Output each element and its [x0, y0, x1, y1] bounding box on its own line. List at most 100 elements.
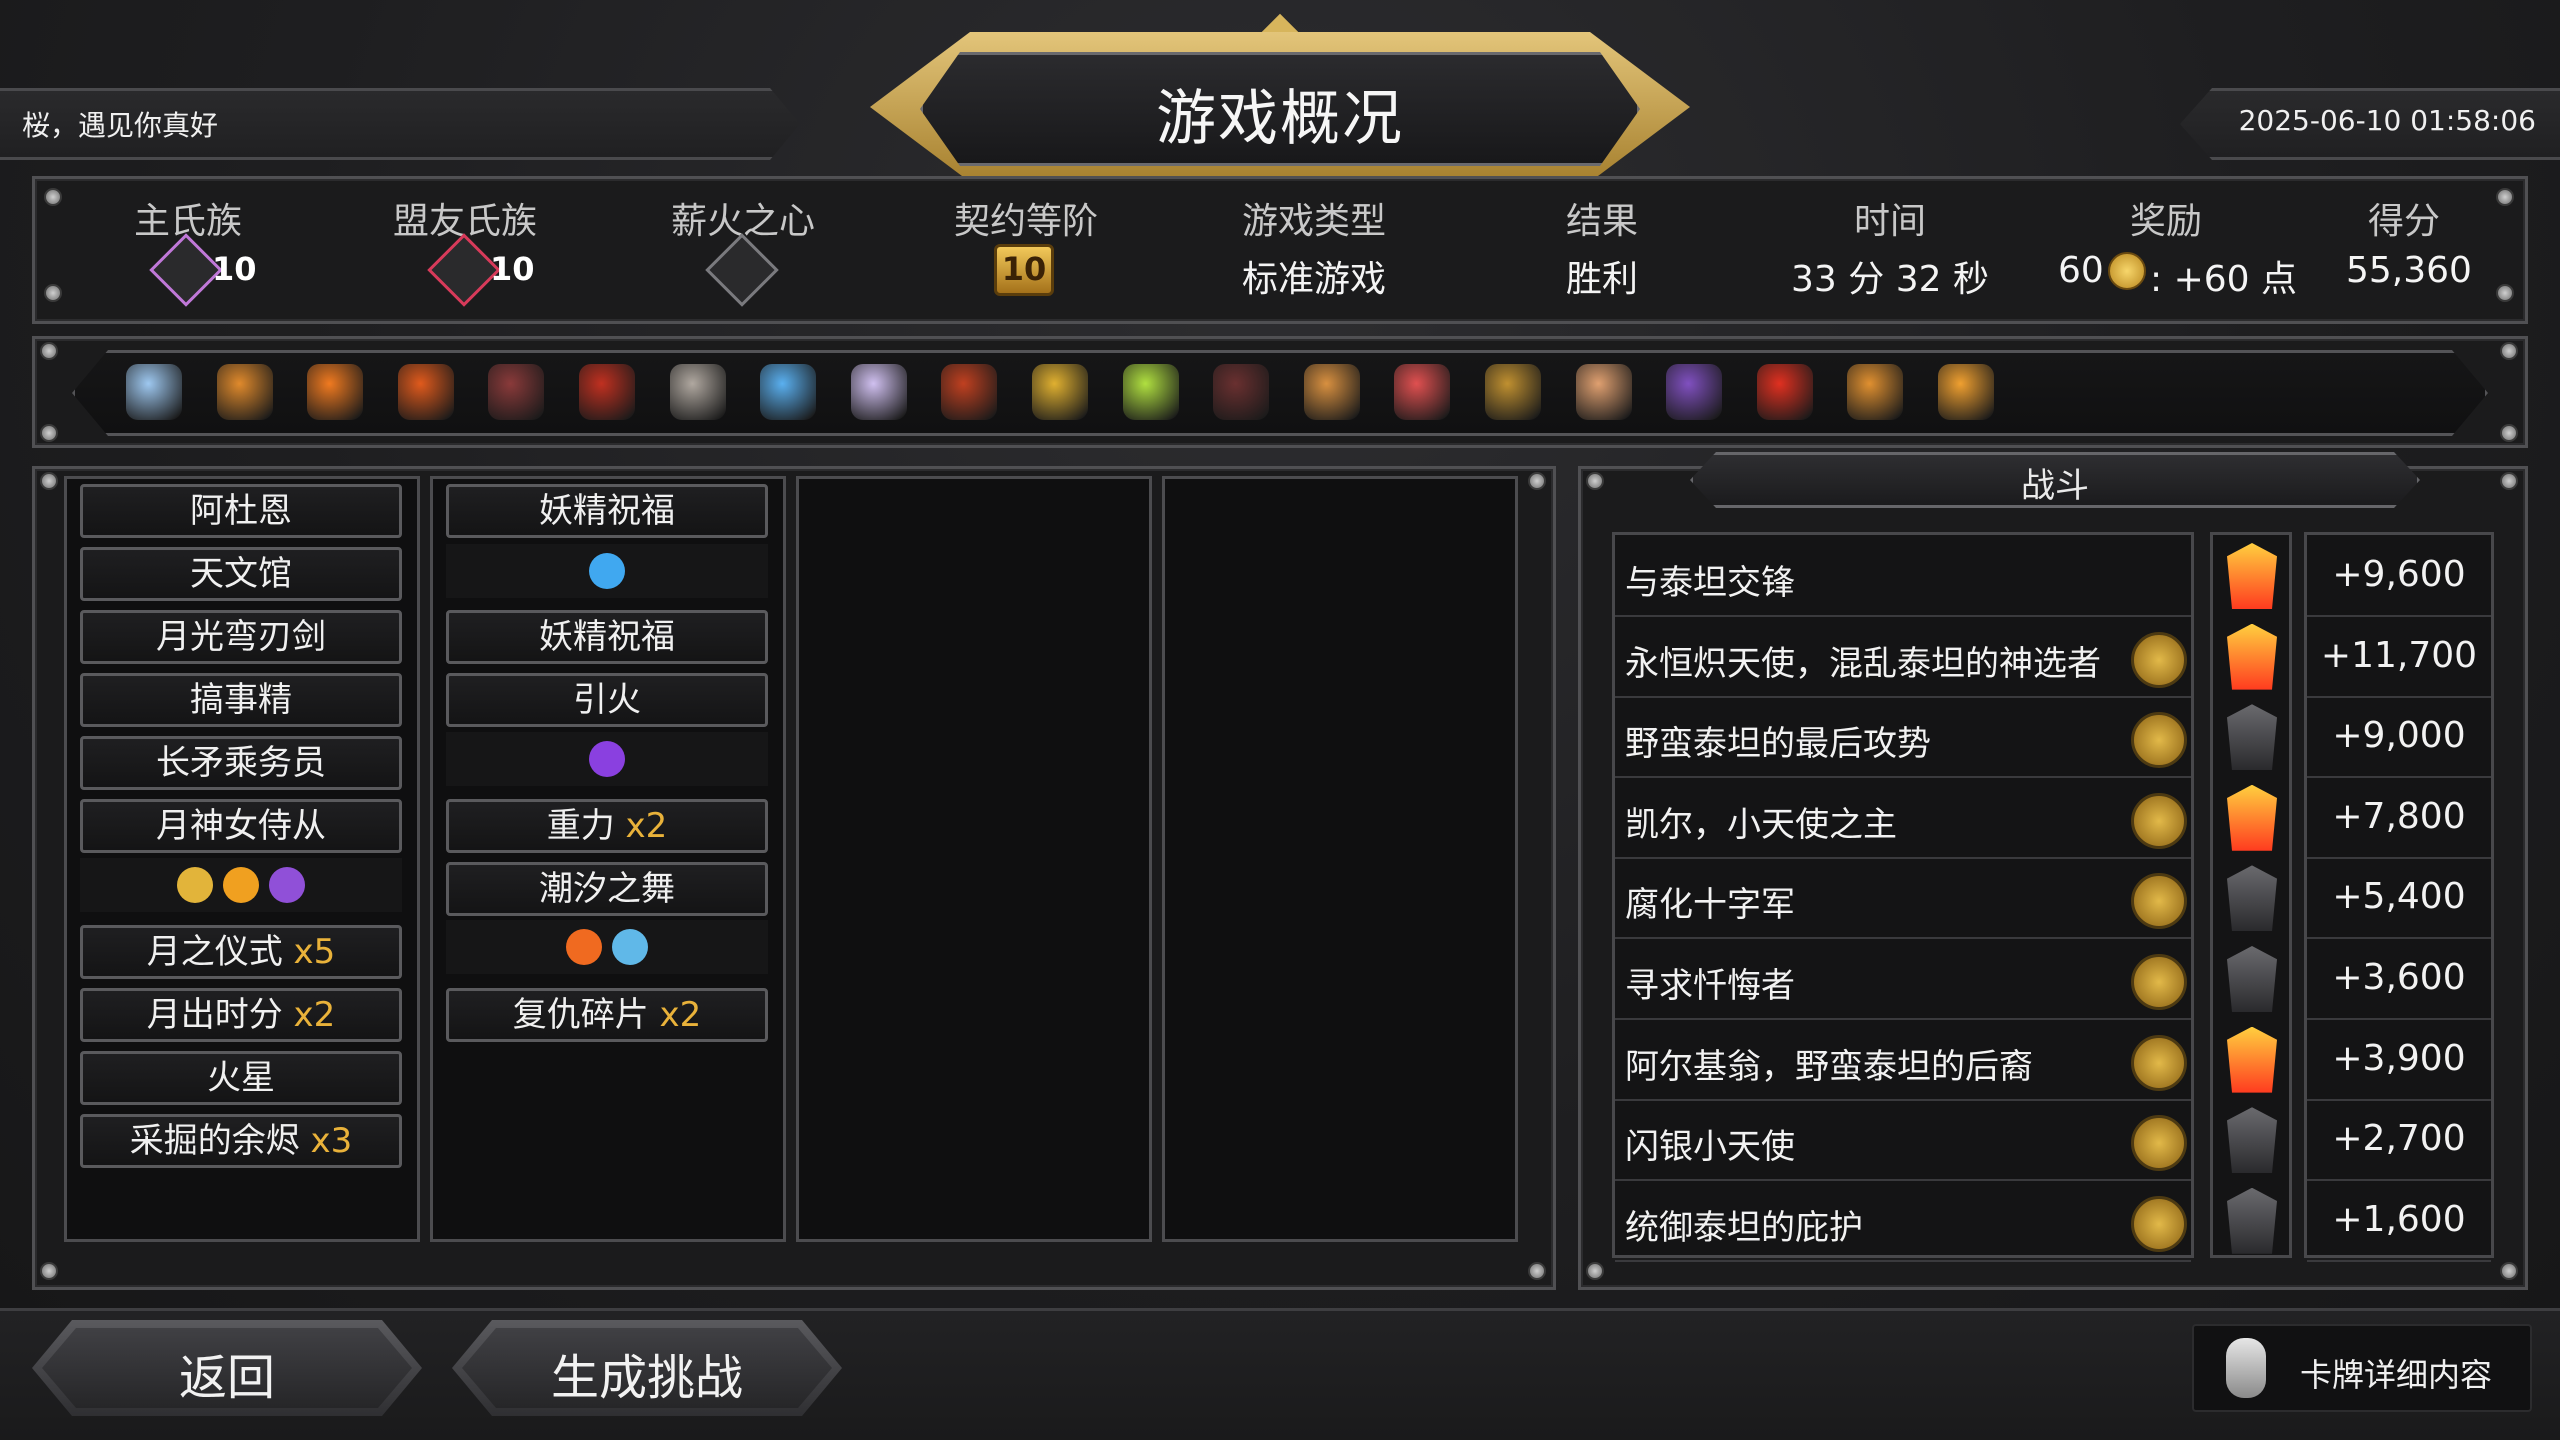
stat-label-time: 时间 [1853, 201, 1926, 242]
battle-row: 凯尔，小天使之主 [1615, 777, 2191, 859]
battle-name: 阿尔基翁，野蛮泰坦的后裔 [1625, 1046, 2033, 1087]
rivet [40, 424, 58, 442]
relic-icon[interactable] [1847, 364, 1904, 420]
enemy-trait-icon[interactable] [2131, 1034, 2187, 1091]
card-item[interactable]: 月之仪式 x5 [80, 925, 402, 979]
enemy-trait-icon[interactable] [2131, 631, 2187, 688]
stat-label-game-type: 游戏类型 [1241, 201, 1386, 242]
enemy-trait-icon[interactable] [2131, 792, 2187, 849]
wing-upgrade-icon[interactable] [269, 867, 305, 903]
relic-icon[interactable] [1122, 364, 1179, 420]
relic-icon[interactable] [488, 364, 545, 420]
enemy-trait-icon[interactable] [2131, 1195, 2187, 1252]
battle-score: +11,700 [2307, 616, 2491, 698]
rivet [1586, 1262, 1604, 1280]
game-type-value: 标准游戏 [1241, 259, 1386, 300]
score-column: +9,600 +11,700 +9,000 +7,800 +5,400 +3,600 +3,… [2304, 532, 2494, 1262]
card-item[interactable]: 火星 [80, 1051, 402, 1105]
relic-icon[interactable] [1666, 364, 1723, 420]
battle-row: 腐化十字军 [1615, 857, 2191, 940]
card-upgrades [80, 858, 402, 912]
battle-name: 腐化十字军 [1625, 885, 1795, 926]
card-item[interactable]: 搞事精 [80, 673, 402, 727]
star-upgrade-icon[interactable] [589, 553, 625, 589]
card-item[interactable]: 月光弯刃剑 [80, 610, 402, 664]
relic-icon[interactable] [1938, 364, 1994, 420]
battle-name: 寻求忏悔者 [1625, 966, 1795, 1006]
stat-label-covenant: 契约等阶 [953, 201, 1098, 242]
battle-score: +9,600 [2307, 535, 2491, 617]
relic-icon[interactable] [1303, 364, 1360, 420]
battle-title: 战斗 [2021, 466, 2089, 506]
relic-icon[interactable] [1032, 364, 1088, 420]
battle-row: 野蛮泰坦的最后攻势 [1615, 696, 2191, 779]
relic-icon[interactable] [1575, 364, 1632, 420]
card-item[interactable]: 阿杜恩 [80, 484, 402, 538]
page-title: 游戏概况 [1156, 84, 1404, 154]
relic-icon[interactable] [850, 364, 907, 420]
rivet [40, 472, 58, 490]
card-item[interactable]: 引火 [446, 673, 768, 727]
purple-flame-upgrade-icon[interactable] [589, 741, 625, 777]
boot-upgrade-icon[interactable] [223, 867, 259, 903]
relic-icon[interactable] [579, 364, 635, 420]
enemy-trait-icon[interactable] [2131, 873, 2187, 930]
boss-tower-icon [2227, 543, 2277, 609]
relic-icon[interactable] [941, 364, 998, 420]
covenant-rank-value: 10 [1001, 250, 1047, 288]
stat-label-result: 结果 [1565, 201, 1638, 242]
card-item[interactable]: 重力 x2 [446, 799, 768, 853]
rivet [2496, 284, 2514, 302]
battle-row: 永恒炽天使，混乱泰坦的神选者 [1615, 616, 2191, 698]
rivet [2500, 1262, 2518, 1280]
battle-score: +7,800 [2307, 777, 2491, 859]
main-clan-level: 10 [212, 250, 257, 288]
card-item[interactable]: 复仇碎片 x2 [446, 988, 768, 1042]
battle-score: +2,700 [2307, 1099, 2491, 1182]
rivet [1528, 472, 1546, 490]
enemy-trait-icon[interactable] [2131, 954, 2187, 1010]
reward-amount: 60 [2058, 250, 2104, 291]
relic-icon[interactable] [1756, 364, 1813, 420]
card-upgrades [446, 920, 768, 974]
fire-upgrade-icon[interactable] [566, 929, 602, 965]
card-item[interactable]: 采掘的余烬 x3 [80, 1114, 402, 1168]
relic-icon[interactable] [216, 364, 273, 420]
card-item[interactable]: 月出时分 x2 [80, 988, 402, 1042]
crystal-upgrade-icon[interactable] [612, 929, 648, 965]
deck-column-4 [1162, 476, 1518, 1242]
relic-icon[interactable] [1213, 364, 1270, 420]
battle-row: 闪银小天使 [1615, 1099, 2191, 1182]
reward-points: : +60 点 [2150, 259, 2297, 300]
back-button-label: 返回 [178, 1350, 275, 1406]
relic-icon[interactable] [1394, 364, 1451, 420]
relic-icon[interactable] [669, 364, 726, 420]
battle-name: 野蛮泰坦的最后攻势 [1625, 724, 1931, 765]
time-value: 33 分 32 秒 [1791, 259, 1989, 300]
card-item[interactable]: 月神女侍从 [80, 799, 402, 853]
enemy-trait-icon[interactable] [2131, 1115, 2187, 1172]
battle-name: 与泰坦交锋 [1625, 563, 1795, 603]
relic-icon[interactable] [397, 364, 454, 420]
battle-score: +9,000 [2307, 696, 2491, 779]
card-item[interactable]: 潮汐之舞 [446, 862, 768, 916]
card-item[interactable]: 天文馆 [80, 547, 402, 601]
relic-icon[interactable] [307, 364, 364, 420]
battle-row: 阿尔基翁，野蛮泰坦的后裔 [1615, 1019, 2191, 1101]
stat-label-reward: 奖励 [2129, 201, 2202, 242]
score-value: 55,360 [2346, 250, 2472, 291]
card-details-label: 卡牌详细内容 [2300, 1356, 2493, 1394]
crown-upgrade-icon[interactable] [177, 867, 213, 903]
battle-row: 寻求忏悔者 [1615, 938, 2191, 1020]
card-item[interactable]: 妖精祝福 [446, 610, 768, 664]
enemy-trait-icon[interactable] [2131, 712, 2187, 769]
card-upgrades [446, 732, 768, 786]
relic-icon[interactable] [1485, 364, 1541, 420]
card-item[interactable]: 妖精祝福 [446, 484, 768, 538]
boss-tower-icon [2227, 1107, 2277, 1174]
battle-list: 与泰坦交锋永恒炽天使，混乱泰坦的神选者野蛮泰坦的最后攻势凯尔，小天使之主腐化十字… [1612, 532, 2194, 1262]
relic-icon[interactable] [126, 364, 182, 420]
mouse-icon [2226, 1338, 2266, 1398]
card-item[interactable]: 长矛乘务员 [80, 736, 402, 790]
relic-icon[interactable] [760, 364, 817, 420]
